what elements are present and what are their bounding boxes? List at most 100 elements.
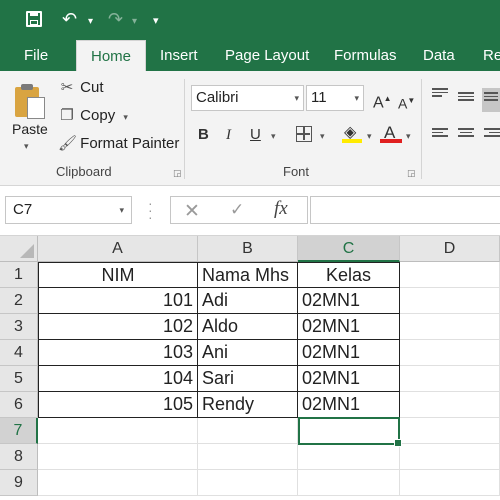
cell-a7[interactable] [38, 418, 198, 444]
cell-a9[interactable] [38, 470, 198, 496]
cell-d9[interactable] [400, 470, 500, 496]
underline-dropdown-icon[interactable]: ▾ [271, 131, 276, 142]
column-header-c[interactable]: C [298, 236, 400, 262]
cell-b1[interactable]: Nama Mhs [198, 262, 298, 288]
cell-b9[interactable] [198, 470, 298, 496]
paste-button[interactable]: Paste [12, 121, 48, 137]
name-box[interactable]: C7 ▾ [5, 196, 132, 224]
cell-b6[interactable]: Rendy [198, 392, 298, 418]
cell-a6[interactable]: 105 [38, 392, 198, 418]
cell-a5[interactable]: 104 [38, 366, 198, 392]
grow-font-button[interactable]: A▲ [373, 89, 392, 113]
ribbon-tabs: File Home Insert Page Layout Formulas Da… [0, 40, 500, 71]
cell-a8[interactable] [38, 444, 198, 470]
font-color-dropdown-icon[interactable]: ▾ [406, 131, 411, 142]
column-header-b[interactable]: B [198, 236, 298, 262]
insert-function-button[interactable]: fx [274, 198, 288, 220]
tab-insert[interactable]: Insert [160, 40, 198, 71]
align-center-icon[interactable] [458, 128, 474, 140]
align-right-icon[interactable] [484, 128, 500, 140]
cell-c4[interactable]: 02MN1 [298, 340, 400, 366]
cell-d2[interactable] [400, 288, 500, 314]
tab-file[interactable]: File [24, 40, 48, 71]
align-bottom-icon[interactable] [482, 88, 500, 112]
cell-b4[interactable]: Ani [198, 340, 298, 366]
format-painter-button[interactable]: 🖌 Format Painter [58, 133, 179, 155]
cell-c9[interactable] [298, 470, 400, 496]
cell-c5[interactable]: 02MN1 [298, 366, 400, 392]
cell-a3[interactable]: 102 [38, 314, 198, 340]
cut-button[interactable]: ✂ Cut [58, 77, 104, 99]
formula-bar: C7 ▾ · · · ✕ ✓ fx [0, 186, 500, 236]
tab-page-layout[interactable]: Page Layout [225, 40, 309, 71]
cell-d8[interactable] [400, 444, 500, 470]
font-size-select[interactable]: 11 ▾ [306, 85, 364, 111]
row-header-5[interactable]: 5 [0, 366, 38, 392]
shrink-font-button[interactable]: A▼ [398, 91, 415, 114]
save-icon[interactable] [23, 8, 45, 30]
cell-b2[interactable]: Adi [198, 288, 298, 314]
paintbrush-icon: 🖌 [58, 135, 78, 152]
borders-dropdown-icon[interactable]: ▾ [320, 131, 325, 142]
row-header-4[interactable]: 4 [0, 340, 38, 366]
cell-b5[interactable]: Sari [198, 366, 298, 392]
shrink-font-label: A [398, 95, 408, 112]
cell-d4[interactable] [400, 340, 500, 366]
row-header-6[interactable]: 6 [0, 392, 38, 418]
row-header-8[interactable]: 8 [0, 444, 38, 470]
customize-qat-icon[interactable]: ▾ [153, 10, 159, 32]
tab-review[interactable]: Re [483, 40, 500, 71]
cell-b3[interactable]: Aldo [198, 314, 298, 340]
bold-button[interactable]: B [198, 125, 209, 145]
undo-dropdown-icon[interactable]: ▾ [88, 11, 93, 33]
select-all-button[interactable] [0, 236, 38, 262]
cell-c1[interactable]: Kelas [298, 262, 400, 288]
active-cell-selection[interactable] [298, 417, 402, 447]
enter-icon[interactable]: ✓ [230, 200, 244, 220]
font-family-select[interactable]: Calibri ▾ [191, 85, 304, 111]
row-header-7[interactable]: 7 [0, 418, 38, 444]
paste-icon[interactable] [13, 83, 47, 121]
cell-a1[interactable]: NIM [38, 262, 198, 288]
cancel-icon[interactable]: ✕ [184, 200, 200, 223]
align-top-icon[interactable] [432, 88, 448, 100]
cell-b8[interactable] [198, 444, 298, 470]
borders-icon[interactable] [296, 126, 312, 142]
cell-d3[interactable] [400, 314, 500, 340]
column-header-d[interactable]: D [400, 236, 500, 262]
fill-color-dropdown-icon[interactable]: ▾ [367, 131, 372, 142]
align-left-icon[interactable] [432, 128, 448, 140]
formula-bar-resize-handle[interactable]: · · · [148, 196, 153, 224]
cell-d6[interactable] [400, 392, 500, 418]
tab-data[interactable]: Data [423, 40, 455, 71]
row-header-2[interactable]: 2 [0, 288, 38, 314]
italic-button[interactable]: I [226, 125, 231, 145]
redo-dropdown-icon[interactable]: ▾ [132, 11, 137, 33]
font-launcher-icon[interactable]: ◲ [407, 168, 416, 179]
column-header-a[interactable]: A [38, 236, 198, 262]
row-header-3[interactable]: 3 [0, 314, 38, 340]
paste-dropdown-icon[interactable]: ▾ [24, 141, 29, 152]
cell-c8[interactable] [298, 444, 400, 470]
redo-icon[interactable]: ↷ [108, 8, 123, 30]
cell-d7[interactable] [400, 418, 500, 444]
cell-b7[interactable] [198, 418, 298, 444]
cell-c6[interactable]: 02MN1 [298, 392, 400, 418]
formula-input[interactable] [310, 196, 500, 224]
cell-a2[interactable]: 101 [38, 288, 198, 314]
cell-c3[interactable]: 02MN1 [298, 314, 400, 340]
copy-dropdown-icon[interactable]: ▾ [123, 112, 128, 122]
undo-icon[interactable]: ↶ [62, 8, 77, 30]
cell-c2[interactable]: 02MN1 [298, 288, 400, 314]
clipboard-launcher-icon[interactable]: ◲ [173, 168, 182, 179]
row-header-9[interactable]: 9 [0, 470, 38, 496]
underline-button[interactable]: U [250, 125, 261, 145]
row-header-1[interactable]: 1 [0, 262, 38, 288]
copy-button[interactable]: ❐ Copy ▾ [58, 105, 128, 127]
tab-home[interactable]: Home [76, 40, 147, 71]
align-middle-icon[interactable] [458, 92, 474, 104]
cell-d1[interactable] [400, 262, 500, 288]
cell-d5[interactable] [400, 366, 500, 392]
cell-a4[interactable]: 103 [38, 340, 198, 366]
tab-formulas[interactable]: Formulas [334, 40, 397, 71]
